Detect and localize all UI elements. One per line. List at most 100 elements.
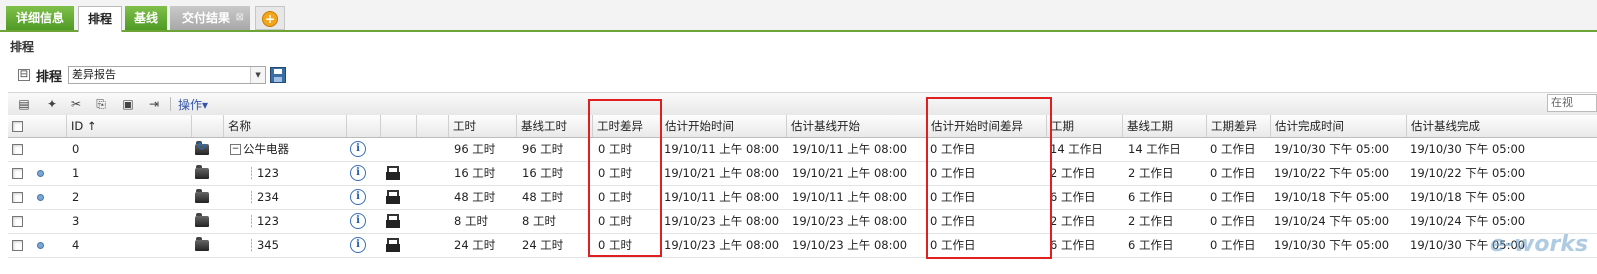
info-cell: i [350,233,366,257]
row-checkbox[interactable] [12,239,23,251]
col-est-finish[interactable]: 估计完成时间 [1270,115,1406,137]
table-row[interactable]: 0 −公牛电器 i 96 工时 96 工时 0 工时 19/10/11 上午 0… [8,137,1597,162]
add-icon: + [262,11,278,27]
operations-menu[interactable]: 操作▾ [178,96,208,113]
work-cell: 16 工时 [454,166,496,180]
duration-variance-cell: 0 工作日 [1210,190,1256,204]
table-row[interactable]: 2 ┊ 234 i 48 工时 48 工时 0 工时 19/10/11 上午 08… [8,185,1597,210]
col-name[interactable]: 名称 [223,115,346,137]
collapse-icon[interactable]: ⊟ [18,69,30,81]
select-all-cell [12,115,32,137]
info-icon[interactable]: i [350,141,366,157]
paste-icon[interactable]: ▣ [120,96,136,112]
report-select[interactable]: 差异报告 ▼ [68,66,267,84]
duration-cell: 2 工作日 [1050,166,1096,180]
tab-details[interactable]: 详细信息 [6,6,74,30]
col-type [191,115,223,137]
duration-variance-cell: 0 工作日 [1210,166,1256,180]
work-cell: 96 工时 [454,142,496,156]
row-checkbox-cell [12,209,23,233]
col-baseline-duration-label: 基线工期 [1127,119,1173,133]
info-icon[interactable]: i [350,189,366,205]
resource-icon[interactable] [386,166,400,180]
col-baseline-work[interactable]: 基线工时 [516,115,592,137]
col-work[interactable]: 工时 [448,115,516,137]
type-cell [195,233,209,257]
info-icon[interactable]: i [350,165,366,181]
indent-icon[interactable]: ⇥ [146,96,162,112]
duration-cell: 6 工作日 [1050,238,1096,252]
name-cell[interactable]: ┊ 345 [248,233,279,257]
tab-baseline[interactable]: 基线 [125,6,167,30]
name-cell[interactable]: − 公牛电器 [230,137,289,161]
col-est-finish-label: 估计完成时间 [1275,119,1344,133]
gantt-icon[interactable]: ▤ [16,96,32,112]
tab-deliverables[interactable]: 交付结果 ⊠ [170,6,250,30]
info-icon[interactable]: i [350,237,366,253]
baseline-work-cell: 24 工时 [522,238,564,252]
resource-icon[interactable] [386,214,400,228]
tree-connector: ┊ [248,214,255,228]
work-cell: 48 工时 [454,190,496,204]
table-row[interactable]: 3 ┊ 123 i 8 工时 8 工时 0 工时 19/10/23 上午 08:0… [8,209,1597,234]
name-cell[interactable]: ┊ 234 [248,185,279,209]
search-input[interactable]: 在视 [1547,94,1597,112]
task-cell [386,233,400,257]
est-finish-cell: 19/10/30 下午 05:00 [1274,238,1390,252]
resource-icon[interactable] [386,190,400,204]
cut-icon[interactable]: ✂ [68,96,84,112]
tab-label: 排程 [87,12,112,26]
tab-schedule[interactable]: 排程 [78,6,122,32]
col-est-start[interactable]: 估计开始时间 [660,115,786,137]
col-baseline-work-label: 基线工时 [521,119,567,133]
est-baseline-finish-cell: 19/10/18 下午 05:00 [1410,190,1526,204]
work-cell: 8 工时 [454,214,488,228]
new-task-icon[interactable]: ✦ [44,96,60,112]
row-checkbox[interactable] [12,143,23,155]
task-name: 公牛电器 [243,142,289,156]
col-duration[interactable]: 工期 [1046,115,1122,137]
col-est-baseline-start[interactable]: 估计基线开始 [786,115,926,137]
collapse-icon[interactable]: − [230,143,241,155]
resource-icon[interactable] [386,238,400,252]
col-baseline-duration[interactable]: 基线工期 [1122,115,1206,137]
name-cell[interactable]: ┊ 123 [248,209,279,233]
save-icon[interactable] [270,67,287,83]
status-dot-icon [37,193,44,201]
est-baseline-start-cell: 19/10/11 上午 08:00 [792,190,908,204]
est-baseline-start-cell: 19/10/23 上午 08:00 [792,238,908,252]
row-checkbox[interactable] [12,191,23,203]
select-all-checkbox[interactable] [12,120,23,132]
status-dot-icon [37,241,44,249]
row-checkbox[interactable] [12,167,23,179]
type-cell [195,161,209,185]
col-id[interactable]: ID ↑ [66,115,191,137]
id-cell: 0 [72,142,80,156]
est-finish-cell: 19/10/30 下午 05:00 [1274,142,1390,156]
name-cell[interactable]: ┊ 123 [248,161,279,185]
row-checkbox[interactable] [12,215,23,227]
baseline-work-cell: 8 工时 [522,214,556,228]
tree-connector: ┊ [248,190,255,204]
copy-icon[interactable]: ⎘ [93,96,109,112]
section-title: 排程 [10,40,35,54]
table-row[interactable]: 4 ┊ 345 i 24 工时 24 工时 0 工时 19/10/23 上午 08… [8,233,1597,258]
est-finish-cell: 19/10/18 下午 05:00 [1274,190,1390,204]
report-select-value: 差异报告 [72,68,117,81]
task-name: 123 [256,214,279,228]
info-cell: i [350,161,366,185]
col-est-start-label: 估计开始时间 [665,119,734,133]
est-start-cell: 19/10/23 上午 08:00 [664,214,780,228]
info-icon[interactable]: i [350,213,366,229]
close-icon[interactable]: ⊠ [236,6,244,30]
col-name-label: 名称 [228,119,251,133]
status-cell [37,161,44,185]
est-start-cell: 19/10/11 上午 08:00 [664,142,780,156]
est-baseline-finish-cell: 19/10/30 下午 05:00 [1410,142,1526,156]
est-start-cell: 19/10/11 上午 08:00 [664,190,780,204]
col-duration-variance[interactable]: 工期差异 [1206,115,1270,137]
col-est-baseline-finish[interactable]: 估计基线完成 [1406,115,1597,137]
add-tab-button[interactable]: + [255,6,285,30]
table-row[interactable]: 1 ┊ 123 i 16 工时 16 工时 0 工时 19/10/21 上午 08… [8,161,1597,186]
row-checkbox-cell [12,233,23,257]
